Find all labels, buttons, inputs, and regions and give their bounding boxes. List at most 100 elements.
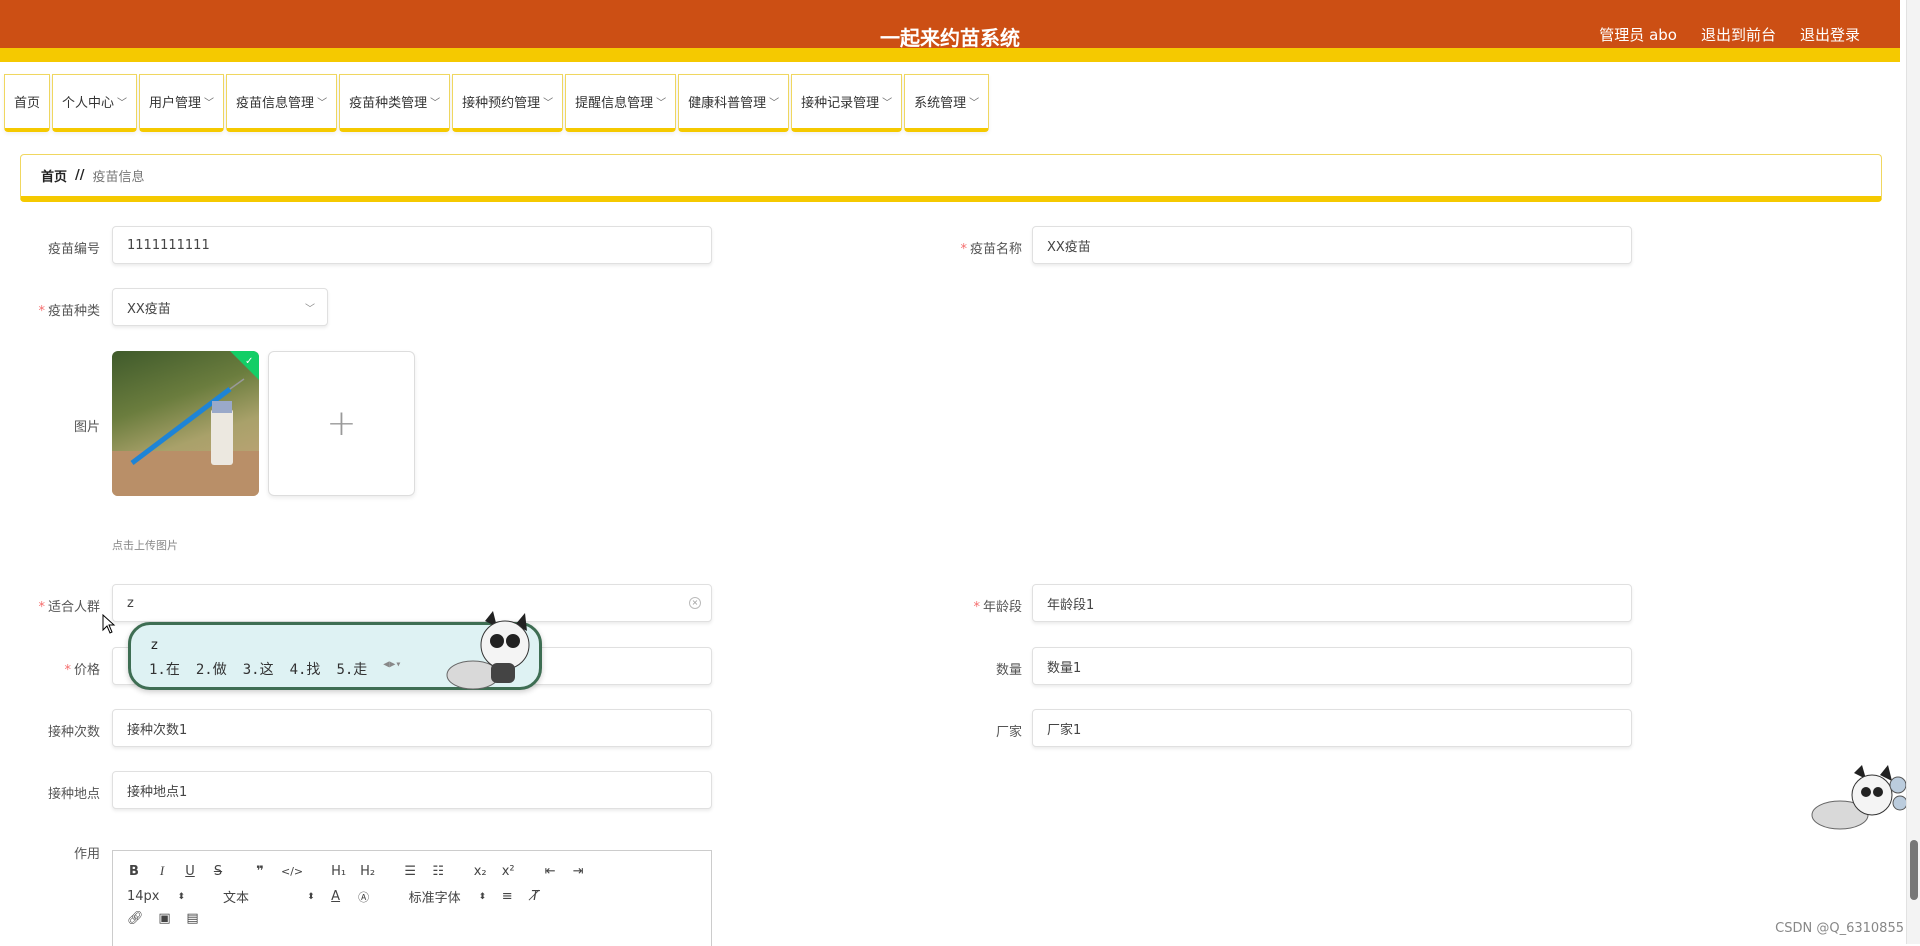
ordered-list-icon[interactable]: ☰ (403, 864, 417, 879)
crowd-value: z (127, 596, 134, 611)
nav-reminder[interactable]: 提醒信息管理﹀ (565, 74, 676, 132)
breadcrumb-home[interactable]: 首页 (41, 166, 67, 185)
superscript-icon[interactable]: x² (501, 864, 515, 879)
select-arrows-icon: ⬍ (178, 892, 186, 902)
user-links: 管理员 abo 退出到前台 退出登录 (1599, 24, 1860, 45)
ime-composition: z (151, 638, 158, 653)
font-size-value: 14px (127, 889, 160, 904)
nav-label: 用户管理 (149, 92, 201, 111)
age-label: *年龄段 (950, 596, 1022, 615)
qty-value: 数量1 (1047, 657, 1081, 676)
indent-icon[interactable]: ⇥ (571, 864, 585, 879)
bullet-list-icon[interactable]: ☷ (431, 864, 445, 879)
times-value: 接种次数1 (127, 719, 187, 738)
scrollbar-thumb[interactable] (1910, 840, 1918, 900)
type-value: XX疫苗 (127, 298, 171, 317)
ime-candidate[interactable]: 1.在 (149, 659, 180, 679)
align-icon[interactable]: ≡ (500, 889, 514, 904)
age-value: 年龄段1 (1047, 594, 1094, 613)
nav-label: 个人中心 (62, 92, 114, 111)
nav-vaccine-info[interactable]: 疫苗信息管理﹀ (226, 74, 337, 132)
nav-label: 首页 (14, 92, 40, 111)
link-icon[interactable]: 🔗︎ (127, 911, 144, 926)
font-size-select[interactable]: 14px ⬍ (127, 889, 185, 904)
video-icon[interactable]: ▤ (186, 911, 200, 926)
chevron-down-icon: ﹀ (117, 94, 127, 109)
to-front-link[interactable]: 退出到前台 (1701, 24, 1776, 45)
h2-icon[interactable]: H₂ (360, 864, 375, 879)
image-label: 图片 (30, 416, 100, 435)
editor-toolbar-row1: B I U S ❞ </> H₁ H₂ ☰ ☷ x₂ x² ⇤ ⇥ (127, 863, 585, 879)
block-type-select[interactable]: 文本⬍ (223, 887, 315, 906)
select-arrows-icon: ⬍ (307, 892, 315, 902)
clear-icon[interactable]: × (689, 597, 701, 609)
nav-home[interactable]: 首页 (4, 74, 50, 132)
qty-input[interactable]: 数量1 (1032, 647, 1632, 685)
background-color-icon[interactable]: Ⓐ (357, 889, 371, 905)
nav-personal[interactable]: 个人中心﹀ (52, 74, 137, 132)
age-input[interactable]: 年龄段1 (1032, 584, 1632, 622)
italic-icon[interactable]: I (155, 863, 169, 879)
font-family-value: 标准字体 (409, 887, 461, 906)
crowd-input[interactable]: z× (112, 584, 712, 622)
image-icon[interactable]: ▣ (158, 911, 172, 926)
mouse-cursor-icon (102, 614, 116, 634)
ime-candidate[interactable]: 4.找 (290, 659, 321, 679)
breadcrumb-current: 疫苗信息 (93, 166, 145, 185)
ime-candidate[interactable]: 3.这 (243, 659, 274, 679)
page-scrollbar[interactable] (1906, 0, 1920, 944)
plus-icon: + (326, 403, 356, 444)
vaccine-image-thumbnail[interactable]: ✓ (112, 351, 259, 496)
ime-candidate[interactable]: 2.做 (196, 659, 227, 679)
nav-users[interactable]: 用户管理﹀ (139, 74, 224, 132)
chevron-down-icon: ﹀ (969, 94, 979, 109)
blockquote-icon[interactable]: ❞ (253, 864, 267, 879)
ime-page-arrows-icon[interactable]: ◀▶▾ (383, 659, 401, 679)
outdent-icon[interactable]: ⇤ (543, 864, 557, 879)
chevron-down-icon: ﹀ (430, 94, 440, 109)
font-color-icon[interactable]: A (329, 889, 343, 904)
place-input[interactable]: 接种地点1 (112, 771, 712, 809)
nav-label: 接种预约管理 (462, 92, 540, 111)
times-input[interactable]: 接种次数1 (112, 709, 712, 747)
subscript-icon[interactable]: x₂ (473, 864, 487, 879)
strike-icon[interactable]: S (211, 864, 225, 879)
nav-records[interactable]: 接种记录管理﹀ (791, 74, 902, 132)
add-image-button[interactable]: + (268, 351, 415, 496)
ime-candidate[interactable]: 5.走 (336, 659, 367, 679)
nav-appointment[interactable]: 接种预约管理﹀ (452, 74, 563, 132)
admin-name[interactable]: 管理员 abo (1599, 24, 1677, 45)
effect-label: 作用 (30, 843, 100, 862)
logout-link[interactable]: 退出登录 (1800, 24, 1860, 45)
nav-health[interactable]: 健康科普管理﹀ (678, 74, 789, 132)
chevron-down-icon: ﹀ (769, 94, 779, 109)
nav-vaccine-type[interactable]: 疫苗种类管理﹀ (339, 74, 450, 132)
code-value: 1111111111 (127, 238, 210, 253)
qty-label: 数量 (950, 659, 1022, 678)
name-input[interactable]: XX疫苗 (1032, 226, 1632, 264)
select-arrows-icon: ⬍ (479, 892, 487, 902)
font-family-select[interactable]: 标准字体 ⬍ (409, 887, 487, 906)
floating-cat-mascot-icon (1808, 765, 1908, 835)
maker-input[interactable]: 厂家1 (1032, 709, 1632, 747)
nav-label: 疫苗种类管理 (349, 92, 427, 111)
h1-icon[interactable]: H₁ (331, 864, 346, 879)
maker-label: 厂家 (950, 721, 1022, 740)
nav-label: 健康科普管理 (688, 92, 766, 111)
rich-text-editor[interactable]: B I U S ❞ </> H₁ H₂ ☰ ☷ x₂ x² ⇤ ⇥ 14px⬍ … (112, 850, 712, 946)
bold-icon[interactable]: B (127, 864, 141, 879)
chevron-down-icon: ﹀ (305, 300, 315, 315)
clear-format-icon[interactable]: T̸ (528, 889, 542, 904)
place-label: 接种地点 (30, 783, 100, 802)
underline-icon[interactable]: U (183, 864, 197, 879)
breadcrumb: 首页 // 疫苗信息 (20, 154, 1882, 202)
ime-candidate-window: z 1.在 2.做 3.这 4.找 5.走 ◀▶▾ (128, 622, 542, 690)
type-label: *疫苗种类 (28, 300, 100, 319)
chevron-down-icon: ﹀ (543, 94, 553, 109)
nav-system[interactable]: 系统管理﹀ (904, 74, 989, 132)
chevron-down-icon: ﹀ (317, 94, 327, 109)
code-input[interactable]: 1111111111 (112, 226, 712, 264)
type-select[interactable]: XX疫苗 ﹀ (112, 288, 328, 326)
code-block-icon[interactable]: </> (281, 865, 303, 878)
price-label: *价格 (28, 659, 100, 678)
